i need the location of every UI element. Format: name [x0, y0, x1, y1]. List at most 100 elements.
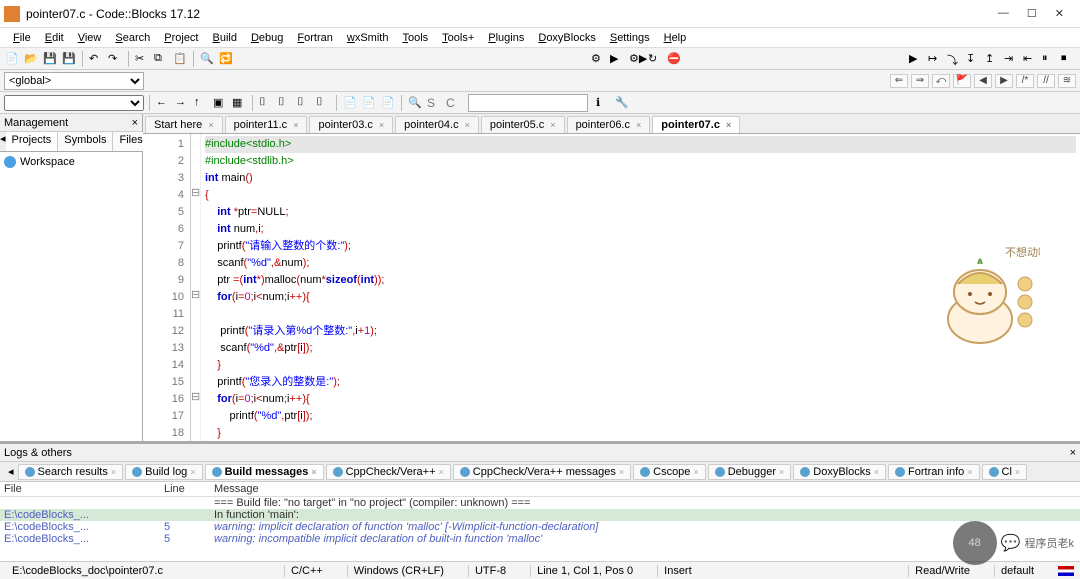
tool-x-icon[interactable]: 🔧	[614, 95, 630, 111]
step-out-icon[interactable]: ↥	[984, 51, 1000, 67]
log-tab-fortraninfo[interactable]: Fortran info×	[888, 464, 980, 480]
info-icon[interactable]: ℹ	[595, 95, 611, 111]
jump-back-icon[interactable]: ⇐	[890, 74, 908, 88]
bookmark-prev-icon[interactable]: ◀	[974, 74, 992, 88]
replace-icon[interactable]: 🔁	[218, 51, 234, 67]
source-text[interactable]: #include<stdio.h>#include<stdlib.h>int m…	[201, 134, 1080, 441]
tab-symbols[interactable]: Symbols	[58, 132, 113, 151]
cut-icon[interactable]: ✂	[134, 51, 150, 67]
management-close-icon[interactable]: ×	[132, 117, 138, 129]
redo-icon[interactable]: ↷	[107, 51, 123, 67]
save-all-icon[interactable]: 💾	[61, 51, 77, 67]
close-button[interactable]: ✕	[1055, 7, 1064, 20]
tab-close-icon[interactable]: ×	[465, 120, 470, 130]
log-tab-cl[interactable]: Cl×	[982, 464, 1028, 480]
maximize-button[interactable]: ☐	[1027, 7, 1037, 20]
menu-view[interactable]: View	[71, 32, 109, 44]
target-select[interactable]	[4, 95, 144, 111]
stop-icon[interactable]: ⏹	[1060, 51, 1076, 67]
undo-icon[interactable]: ↶	[88, 51, 104, 67]
break-icon[interactable]: ⏸	[1041, 51, 1057, 67]
tab-close-icon[interactable]: ×	[636, 120, 641, 130]
jump-fwd-icon[interactable]: ⇒	[911, 74, 929, 88]
menu-wxsmith[interactable]: wxSmith	[340, 32, 396, 44]
status-lang[interactable]: C/C++	[284, 565, 329, 577]
minimize-button[interactable]: —	[998, 7, 1009, 20]
logs-close-icon[interactable]: ×	[1070, 447, 1076, 459]
file-tab-pointer03c[interactable]: pointer03.c×	[309, 116, 393, 133]
log-row[interactable]: === Build file: "no target" in "no proje…	[0, 497, 1080, 509]
status-eol[interactable]: Windows (CR+LF)	[347, 565, 450, 577]
menu-project[interactable]: Project	[157, 32, 205, 44]
tab-close-icon[interactable]: ×	[726, 120, 731, 130]
tab-close-icon[interactable]: ×	[293, 120, 298, 130]
scope-select[interactable]: <global>	[4, 72, 144, 90]
find-icon[interactable]: 🔍	[199, 51, 215, 67]
run-to-cursor-icon[interactable]: ↦	[927, 51, 943, 67]
highlight-icon[interactable]: ▦	[231, 95, 247, 111]
log-row[interactable]: E:\codeBlocks_...5warning: incompatible …	[0, 533, 1080, 545]
menu-debug[interactable]: Debug	[244, 32, 290, 44]
settings-c-icon[interactable]: C	[445, 95, 461, 111]
step-instr-icon[interactable]: ⇤	[1022, 51, 1038, 67]
logs-body[interactable]: File Line Message === Build file: "no ta…	[0, 482, 1080, 561]
arrow-left-icon[interactable]: ←	[155, 95, 171, 111]
highlight-combo[interactable]	[468, 94, 588, 112]
save-icon[interactable]: 💾	[42, 51, 58, 67]
log-tab-buildmessages[interactable]: Build messages×	[205, 464, 324, 480]
zoom-icon[interactable]: 🔍	[407, 95, 423, 111]
menu-plugins[interactable]: Plugins	[481, 32, 531, 44]
step-into-icon[interactable]: ↧	[965, 51, 981, 67]
diff-icon[interactable]: ≋	[1058, 74, 1076, 88]
rebuild-icon[interactable]: ↻	[647, 51, 663, 67]
new-file-icon[interactable]: 📄	[4, 51, 20, 67]
run-icon[interactable]: ▶	[609, 51, 625, 67]
log-tab-debugger[interactable]: Debugger×	[708, 464, 792, 480]
build-icon[interactable]: ⚙	[590, 51, 606, 67]
selection-b-icon[interactable]: ⌷	[277, 95, 293, 111]
menu-file[interactable]: File	[6, 32, 38, 44]
menu-fortran[interactable]: Fortran	[290, 32, 339, 44]
file-tab-pointer11c[interactable]: pointer11.c×	[225, 116, 308, 133]
next-line-icon[interactable]: ⤵	[946, 51, 962, 67]
status-ins[interactable]: Insert	[657, 565, 698, 577]
selection-a-icon[interactable]: ⌷	[258, 95, 274, 111]
line-comment-icon[interactable]: //	[1037, 74, 1055, 88]
log-row[interactable]: E:\codeBlocks_...5warning: implicit decl…	[0, 521, 1080, 533]
settings-s-icon[interactable]: S	[426, 95, 442, 111]
open-icon[interactable]: 📂	[23, 51, 39, 67]
bookmark-toggle-icon[interactable]: 🚩	[953, 74, 971, 88]
tab-close-icon[interactable]: ×	[379, 120, 384, 130]
paste-icon[interactable]: 📋	[172, 51, 188, 67]
file-tab-pointer05c[interactable]: pointer05.c×	[481, 116, 565, 133]
menu-search[interactable]: Search	[108, 32, 157, 44]
tab-close-icon[interactable]: ×	[208, 120, 213, 130]
tab-close-icon[interactable]: ×	[550, 120, 555, 130]
menu-edit[interactable]: Edit	[38, 32, 71, 44]
code-editor[interactable]: 123456789101112131415161718192021 ⊟ ⊟ ⊟ …	[143, 134, 1080, 441]
status-profile[interactable]: default	[994, 565, 1040, 577]
debug-run-icon[interactable]: ▶	[908, 51, 924, 67]
menu-tools[interactable]: Tools+	[435, 32, 481, 44]
next-instr-icon[interactable]: ⇥	[1003, 51, 1019, 67]
selection-c-icon[interactable]: ⌷	[296, 95, 312, 111]
fold-column[interactable]: ⊟ ⊟ ⊟	[191, 134, 201, 441]
file-tab-Starthere[interactable]: Start here×	[145, 116, 223, 133]
log-tab-cscope[interactable]: Cscope×	[633, 464, 706, 480]
doc-c-icon[interactable]: 📄	[380, 95, 396, 111]
log-row[interactable]: E:\codeBlocks_...In function 'main':	[0, 509, 1080, 521]
log-tab-cppcheckvera[interactable]: CppCheck/Vera++×	[326, 464, 451, 480]
bookmark-next-icon[interactable]: ▶	[995, 74, 1013, 88]
log-tab-searchresults[interactable]: Search results×	[18, 464, 124, 480]
status-enc[interactable]: UTF-8	[468, 565, 512, 577]
log-tab-cppcheckveramessages[interactable]: CppCheck/Vera++ messages×	[453, 464, 631, 480]
doc-a-icon[interactable]: 📄	[342, 95, 358, 111]
file-tab-pointer04c[interactable]: pointer04.c×	[395, 116, 479, 133]
menu-settings[interactable]: Settings	[603, 32, 657, 44]
selection-d-icon[interactable]: ⌷	[315, 95, 331, 111]
copy-icon[interactable]: ⧉	[153, 51, 169, 67]
abort-icon[interactable]: ⛔	[666, 51, 682, 67]
logs-tab-scroll-left-icon[interactable]: ◂	[4, 465, 18, 478]
log-tab-doxyblocks[interactable]: DoxyBlocks×	[793, 464, 886, 480]
build-run-icon[interactable]: ⚙▶	[628, 51, 644, 67]
